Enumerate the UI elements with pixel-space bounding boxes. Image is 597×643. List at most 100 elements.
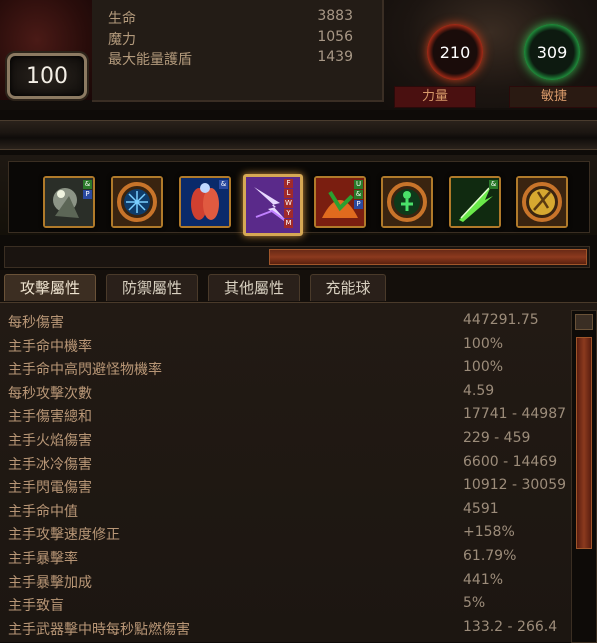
property-value: 441% xyxy=(463,571,504,588)
property-row: 主手命中高閃避怪物機率 100% xyxy=(0,356,566,380)
level-value: 100 xyxy=(26,63,68,89)
property-value: 4591 xyxy=(463,500,499,517)
skills-scrollbar-thumb[interactable] xyxy=(269,249,587,265)
property-row: 每秒攻擊次數 4.59 xyxy=(0,380,566,404)
skill-slot-1[interactable]: & P xyxy=(43,176,95,228)
property-label: 主手武器擊中時每秒點燃傷害 xyxy=(8,621,190,638)
property-row: 主手閃電傷害 10912 - 30059 xyxy=(0,474,566,498)
skill-slot-6[interactable] xyxy=(381,176,433,228)
property-value: 5% xyxy=(463,595,486,612)
property-value: 100% xyxy=(463,359,504,376)
property-row: 主手武器擊中時每秒點燃傷害 133.2 - 266.4 xyxy=(0,616,566,640)
dexterity-orb[interactable]: 309 xyxy=(524,24,580,80)
tab-defense[interactable]: 防禦屬性 xyxy=(106,274,198,301)
gem-tag: F xyxy=(284,179,293,188)
skill-slot-7[interactable]: & xyxy=(449,176,501,228)
gem-tag: W xyxy=(284,199,293,208)
property-value: 100% xyxy=(463,335,504,352)
property-row: 主手冰冷傷害 6600 - 14469 xyxy=(0,451,566,475)
strength-orb[interactable]: 210 xyxy=(427,24,483,80)
skill-bar: & P & F L W Y M U & P & xyxy=(0,155,597,236)
property-label: 主手命中值 xyxy=(8,503,78,520)
gem-tag: P xyxy=(83,190,92,199)
stat-row-life: 生命 3883 xyxy=(108,8,368,28)
property-value: 61.79% xyxy=(463,548,517,564)
property-label: 每秒傷害 xyxy=(8,315,64,331)
property-row: 主手命中值 4591 xyxy=(0,498,566,522)
strength-label: 力量 xyxy=(394,86,476,108)
ornate-divider xyxy=(0,120,597,150)
skill-slot-5[interactable]: U & P xyxy=(314,176,366,228)
property-value: 133.2 - 266.4 xyxy=(463,618,558,635)
stat-tabs: 攻擊屬性 防禦屬性 其他屬性 充能球 xyxy=(0,270,597,302)
gem-tag: M xyxy=(284,219,293,228)
property-label: 主手閃電傷害 xyxy=(8,480,92,497)
skills-scrollbar[interactable] xyxy=(4,246,590,268)
gem-tag: & xyxy=(489,180,498,189)
property-row: 主手暴擊率 61.79% xyxy=(0,545,566,569)
tab-charges[interactable]: 充能球 xyxy=(310,274,386,301)
property-row: 主手暴擊加成 441% xyxy=(0,569,566,593)
stat-value: 1439 xyxy=(317,49,353,65)
stat-label: 最大能量護盾 xyxy=(108,52,192,68)
property-label: 主手致盲 xyxy=(8,598,64,615)
property-label: 主手攻擊速度修正 xyxy=(8,527,120,544)
property-value: 6600 - 14469 xyxy=(463,453,558,470)
property-label: 主手傷害總和 xyxy=(8,409,92,426)
property-label: 主手暴擊率 xyxy=(8,551,78,567)
gem-tag: & xyxy=(83,180,92,189)
property-row: 主手命中機率 100% xyxy=(0,333,566,357)
property-label: 主手命中高閃避怪物機率 xyxy=(8,362,162,379)
stat-label: 魔力 xyxy=(108,32,136,48)
vital-stats-panel: 生命 3883 魔力 1056 最大能量護盾 1439 xyxy=(92,0,384,102)
gem-tag: & xyxy=(354,190,363,199)
skill-slots-container: & P & F L W Y M U & P & xyxy=(8,161,590,236)
property-value: 447291.75 xyxy=(463,312,539,328)
property-row: 每秒傷害 447291.75 xyxy=(0,309,566,333)
gem-tag: U xyxy=(354,180,363,189)
property-scrollbar[interactable] xyxy=(571,310,597,643)
tab-misc[interactable]: 其他屬性 xyxy=(208,274,300,301)
property-row: 主手致盲 5% xyxy=(0,592,566,616)
gem-tag: L xyxy=(284,189,293,198)
property-value: 10912 - 30059 xyxy=(463,477,567,494)
property-value: 17741 - 44987 xyxy=(463,406,567,423)
attributes-panel: 210 309 力量 敏捷 xyxy=(384,0,597,108)
stat-value: 3883 xyxy=(317,8,353,24)
dexterity-value: 309 xyxy=(536,42,568,62)
property-label: 主手命中機率 xyxy=(8,338,92,355)
property-value: 229 - 459 xyxy=(463,430,531,446)
stat-row-mana: 魔力 1056 xyxy=(108,29,368,49)
golden-warrior-skill-icon xyxy=(518,178,566,226)
character-portrait: 100 xyxy=(0,0,94,100)
property-row: 主手火焰傷害 229 - 459 xyxy=(0,427,566,451)
gem-tag: & xyxy=(219,180,228,189)
property-value: +158% xyxy=(463,524,515,541)
property-label: 主手暴擊加成 xyxy=(8,574,92,591)
skill-slot-8[interactable] xyxy=(516,176,568,228)
property-label: 主手火焰傷害 xyxy=(8,433,92,449)
skill-slot-3[interactable]: & xyxy=(179,176,231,228)
stat-label: 生命 xyxy=(108,11,136,27)
strength-value: 210 xyxy=(439,42,471,62)
stat-value: 1056 xyxy=(317,29,353,45)
gem-tag: P xyxy=(354,200,363,209)
green-figure-aura-icon xyxy=(383,178,431,226)
scroll-up-button[interactable] xyxy=(575,314,593,330)
property-value: 4.59 xyxy=(463,382,495,399)
property-scrollbar-thumb[interactable] xyxy=(576,337,592,549)
level-badge: 100 xyxy=(7,53,87,99)
property-row: 主手攻擊速度修正 +158% xyxy=(0,521,566,545)
stat-row-energy-shield: 最大能量護盾 1439 xyxy=(108,49,368,69)
tab-offense[interactable]: 攻擊屬性 xyxy=(4,274,96,301)
dexterity-label: 敏捷 xyxy=(509,86,597,108)
property-label: 主手冰冷傷害 xyxy=(8,456,92,473)
skill-slot-4-selected[interactable]: F L W Y M xyxy=(243,174,303,236)
cold-circle-aura-icon xyxy=(113,178,161,226)
gem-tag: Y xyxy=(284,209,293,218)
skill-slot-2[interactable] xyxy=(111,176,163,228)
property-label: 每秒攻擊次數 xyxy=(8,385,92,402)
attribute-list-panel: 每秒傷害 447291.75 主手命中機率 100% 主手命中高閃避怪物機率 100% 每秒… xyxy=(0,302,597,642)
character-header: 100 生命 3883 魔力 1056 最大能量護盾 1439 210 309 … xyxy=(0,0,597,110)
property-row: 主手傷害總和 17741 - 44987 xyxy=(0,403,566,427)
